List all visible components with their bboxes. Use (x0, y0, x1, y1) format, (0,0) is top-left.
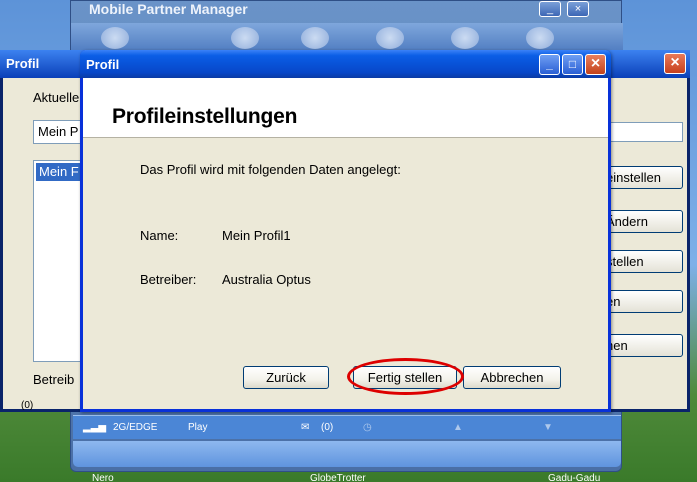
home-icon[interactable] (101, 27, 129, 49)
message-count: (0) (321, 422, 334, 433)
signal-icon: ▂▃▅ (83, 422, 107, 433)
mpm-toolbar (71, 23, 623, 53)
outer-aendern-button[interactable]: Ändern (603, 210, 683, 233)
profile-settings-dialog: Profil _ □ × Profileinstellungen Das Pro… (80, 50, 611, 412)
outer-list-item[interactable]: Mein F (36, 163, 86, 181)
operator-value: Australia Optus (222, 272, 311, 287)
outer-hen-button[interactable]: hen (603, 334, 683, 357)
cancel-button[interactable]: Abbrechen (463, 366, 561, 389)
clock-icon: ◷ (363, 422, 372, 433)
upload-icon: ▲ (453, 422, 463, 433)
page-title: Profileinstellungen (112, 105, 298, 128)
download-icon: ▼ (543, 422, 553, 433)
envelope-icon: ✉ (301, 422, 310, 433)
desktop-icon-nero[interactable]: Nero (92, 473, 114, 482)
outer-close-button[interactable]: × (664, 53, 686, 74)
intro-text: Das Profil wird mit folgenden Daten ange… (140, 162, 401, 177)
outer-en-button[interactable]: en (603, 290, 683, 313)
dialog-title-bar[interactable]: Profil _ □ × (80, 50, 611, 78)
close-button[interactable]: × (585, 54, 606, 75)
desktop-icon-gadu-gadu[interactable]: Gadu-Gadu (548, 473, 600, 482)
outer-stellen-button[interactable]: stellen (603, 250, 683, 273)
outer-right-field[interactable] (603, 122, 683, 142)
dialog-title: Profil (86, 57, 120, 72)
outer-title: Profil (6, 56, 40, 71)
outer-einstellen-button[interactable]: einstellen (603, 166, 683, 189)
contacts-icon[interactable] (301, 27, 329, 49)
play-status: Play (188, 422, 208, 433)
outer-operator-label: Betreib (33, 372, 75, 387)
network-type: 2G/EDGE (113, 422, 158, 433)
mpm-bottom-bar (73, 441, 621, 467)
minimize-button[interactable]: _ (539, 54, 560, 75)
back-button[interactable]: Zurück (243, 366, 329, 389)
name-value: Mein Profil1 (222, 228, 291, 243)
mpm-status-bar: ▂▃▅ 2G/EDGE Play ✉ (0) ◷ ▲ ▼ (73, 415, 621, 439)
name-label: Name: (140, 228, 179, 243)
outer-current-label: Aktuelle (33, 90, 80, 105)
maximize-button[interactable]: □ (562, 54, 583, 75)
document-icon[interactable] (526, 27, 554, 49)
mpm-close-button[interactable]: × (567, 1, 589, 17)
highlight-ring (347, 358, 464, 395)
settings-icon[interactable] (376, 27, 404, 49)
mpm-minimize-button[interactable]: _ (539, 1, 561, 17)
desktop-icon-globetrotter[interactable]: GlobeTrotter (310, 473, 366, 482)
help-icon[interactable] (451, 27, 479, 49)
sms-icon[interactable] (231, 27, 259, 49)
outer-count: (0) (21, 400, 34, 411)
dialog-header: Profileinstellungen (83, 78, 608, 138)
mpm-title: Mobile Partner Manager (89, 1, 248, 17)
operator-label: Betreiber: (140, 272, 197, 287)
